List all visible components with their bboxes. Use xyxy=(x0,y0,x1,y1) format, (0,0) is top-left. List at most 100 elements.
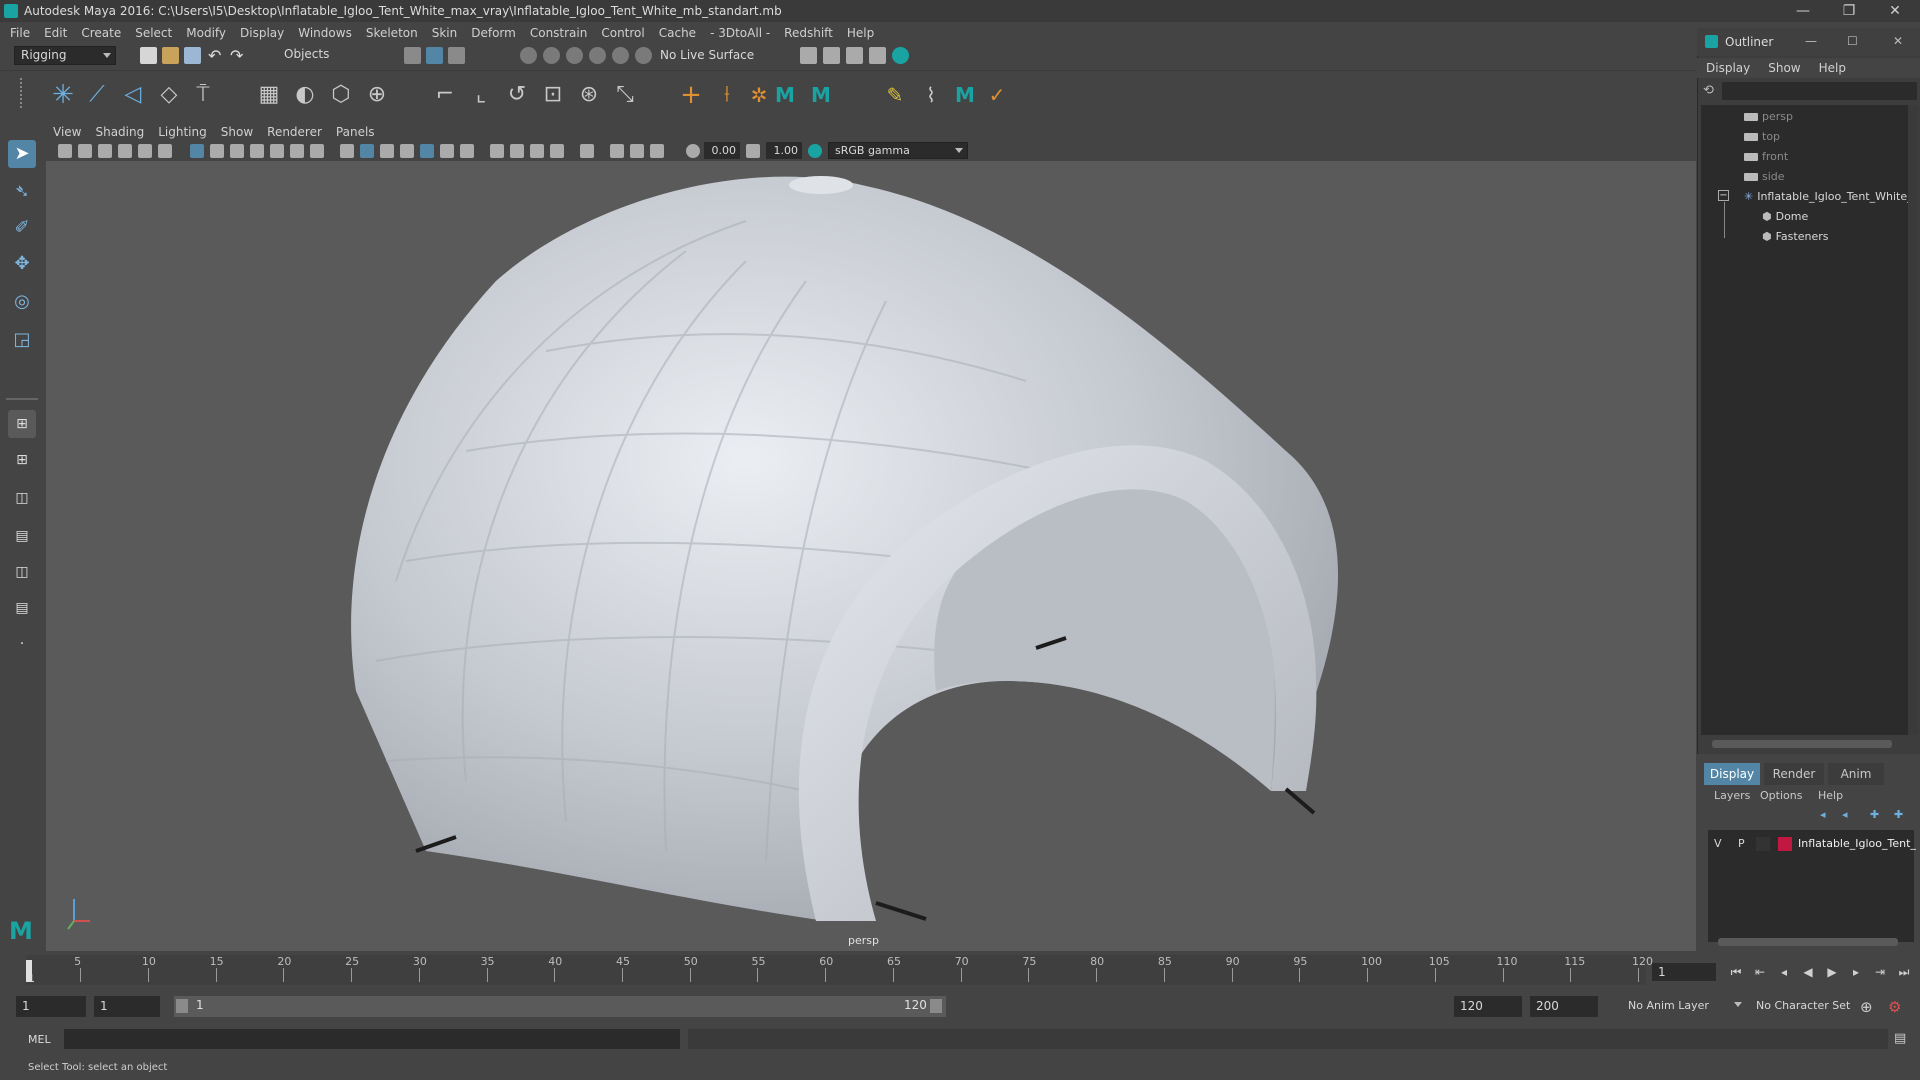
brush-tool-icon[interactable]: ⌇ xyxy=(916,80,946,110)
layer-playback-toggle[interactable]: P xyxy=(1738,837,1754,850)
snap-view-icon[interactable] xyxy=(589,47,606,64)
render-view-icon[interactable] xyxy=(800,47,817,64)
outliner-node-root[interactable]: ✳ Inflatable_Igloo_Tent_White_ xyxy=(1744,190,1913,203)
four-view-icon[interactable]: ⊞ xyxy=(8,446,36,474)
collapse-toggle-icon[interactable]: − xyxy=(1718,190,1729,201)
layer-row[interactable]: V P Inflatable_Igloo_Tent_ xyxy=(1712,835,1916,853)
new-layer-icon[interactable]: ✚ xyxy=(1870,808,1884,821)
menu-3dtoall[interactable]: - 3DtoAll - xyxy=(703,22,777,44)
layer-color-swatch[interactable] xyxy=(1778,837,1792,851)
redo-icon[interactable]: ↷ xyxy=(230,47,247,64)
menu-edit[interactable]: Edit xyxy=(37,22,74,44)
step-back-frame-icon[interactable]: ◂ xyxy=(1774,964,1794,980)
rotate-tool-icon[interactable]: ◎ xyxy=(8,288,36,316)
wireframe-on-shaded-icon[interactable] xyxy=(400,144,414,158)
playback-start-field[interactable]: 1 xyxy=(94,996,160,1017)
smooth-bind-icon[interactable]: ◐ xyxy=(290,80,320,110)
tab-anim[interactable]: Anim xyxy=(1828,763,1884,785)
character-set-dropdown[interactable]: No Character Set xyxy=(1750,996,1876,1017)
pole-vector-icon[interactable]: ⤡ xyxy=(610,80,640,110)
new-layer-selected-icon[interactable]: ✚ xyxy=(1894,808,1908,821)
menu-constrain[interactable]: Constrain xyxy=(523,22,595,44)
outliner-node-front[interactable]: front xyxy=(1744,150,1788,163)
check-tool-icon[interactable]: ✓ xyxy=(982,80,1012,110)
play-forwards-icon[interactable]: ▶ xyxy=(1822,964,1842,980)
layer-menu-help[interactable]: Help xyxy=(1818,789,1843,802)
outliner-menu-display[interactable]: Display xyxy=(1697,58,1759,78)
use-default-material-icon[interactable] xyxy=(380,144,394,158)
current-frame-field[interactable]: 1 xyxy=(1652,963,1716,981)
animation-end-field[interactable]: 200 xyxy=(1530,996,1598,1017)
range-slider[interactable]: 1 120 xyxy=(174,996,946,1017)
close-button[interactable]: ✕ xyxy=(1872,0,1918,22)
menu-modify[interactable]: Modify xyxy=(179,22,233,44)
render-settings-icon[interactable] xyxy=(869,47,886,64)
outliner-node-persp[interactable]: persp xyxy=(1744,110,1793,123)
restore-button[interactable]: ❐ xyxy=(1826,0,1872,22)
anti-aliasing-icon[interactable] xyxy=(530,144,544,158)
minimize-button[interactable]: — xyxy=(1780,0,1826,22)
hypershade-icon[interactable] xyxy=(892,47,909,64)
screen-space-ao-icon[interactable] xyxy=(490,144,504,158)
safe-action-icon[interactable] xyxy=(290,144,304,158)
maya-m-alt-icon[interactable]: M xyxy=(806,80,836,110)
menu-file[interactable]: File xyxy=(0,22,37,44)
wireframe-icon[interactable] xyxy=(340,144,354,158)
scale-tool-icon[interactable]: ◲ xyxy=(8,326,36,354)
outliner-search-input[interactable] xyxy=(1722,82,1917,100)
quick-rig-icon[interactable]: ⍑ xyxy=(188,80,218,110)
menu-control[interactable]: Control xyxy=(594,22,651,44)
outliner-node-fasteners[interactable]: ⬢ Fasteners xyxy=(1762,230,1828,243)
select-hierarchy-icon[interactable] xyxy=(404,47,421,64)
menu-help[interactable]: Help xyxy=(840,22,881,44)
textured-icon[interactable] xyxy=(420,144,434,158)
color-management-icon[interactable] xyxy=(808,144,822,158)
move-layer-up-icon[interactable]: ◂ xyxy=(1820,808,1834,821)
outliner-close-button[interactable]: ✕ xyxy=(1893,34,1903,48)
layer-name[interactable]: Inflatable_Igloo_Tent_ xyxy=(1798,837,1916,850)
menu-create[interactable]: Create xyxy=(74,22,128,44)
live-surface-label[interactable]: No Live Surface xyxy=(660,48,754,62)
snap-point-icon[interactable] xyxy=(566,47,583,64)
menu-display[interactable]: Display xyxy=(233,22,291,44)
menu-skin[interactable]: Skin xyxy=(425,22,465,44)
layer-menu-layers[interactable]: Layers xyxy=(1714,789,1750,802)
snap-grid-icon[interactable] xyxy=(520,47,537,64)
orient-constraint-icon[interactable]: ↺ xyxy=(502,80,532,110)
tab-render[interactable]: Render xyxy=(1764,763,1824,785)
save-scene-icon[interactable] xyxy=(184,47,201,64)
hypershade-layout-icon[interactable]: ▤ xyxy=(8,594,36,622)
selection-mode-dropdown[interactable]: Objects xyxy=(278,46,378,65)
perspective-viewport[interactable] xyxy=(46,161,1696,951)
outliner-menu-show[interactable]: Show xyxy=(1759,58,1809,78)
humanik-icon[interactable]: ◇ xyxy=(154,80,184,110)
playback-end-field[interactable]: 120 xyxy=(1454,996,1522,1017)
move-tool-icon[interactable]: ✥ xyxy=(8,250,36,278)
parent-constraint-icon[interactable]: ⌐ xyxy=(430,80,460,110)
range-start-handle[interactable] xyxy=(176,999,188,1013)
layer-visibility-toggle[interactable]: V xyxy=(1714,837,1730,850)
menu-skeleton[interactable]: Skeleton xyxy=(359,22,425,44)
exposure-field[interactable]: 0.00 xyxy=(704,142,740,159)
safe-title-icon[interactable] xyxy=(310,144,324,158)
outliner-horizontal-scrollbar[interactable] xyxy=(1712,740,1892,748)
render-frame-icon[interactable] xyxy=(823,47,840,64)
outliner-node-dome[interactable]: ⬢ Dome xyxy=(1762,210,1808,223)
side-by-side-icon[interactable]: ◫ xyxy=(8,484,36,512)
auto-key-icon[interactable]: ⊕ xyxy=(1860,998,1878,1016)
gate-mask-icon[interactable] xyxy=(250,144,264,158)
menu-deform[interactable]: Deform xyxy=(464,22,523,44)
locator-icon[interactable]: + xyxy=(676,80,706,110)
outliner-menu-help[interactable]: Help xyxy=(1810,58,1855,78)
exposure-icon[interactable] xyxy=(686,144,700,158)
step-forward-frame-icon[interactable]: ▸ xyxy=(1846,964,1866,980)
select-component-icon[interactable] xyxy=(448,47,465,64)
layer-menu-options[interactable]: Options xyxy=(1760,789,1802,802)
viewport-menu-lighting[interactable]: Lighting xyxy=(151,122,214,142)
open-scene-icon[interactable] xyxy=(162,47,179,64)
use-all-lights-icon[interactable] xyxy=(440,144,454,158)
bind-skin-icon[interactable]: ▦ xyxy=(254,80,284,110)
xray-icon[interactable] xyxy=(610,144,624,158)
animation-start-field[interactable]: 1 xyxy=(16,996,86,1017)
shadows-icon[interactable] xyxy=(460,144,474,158)
